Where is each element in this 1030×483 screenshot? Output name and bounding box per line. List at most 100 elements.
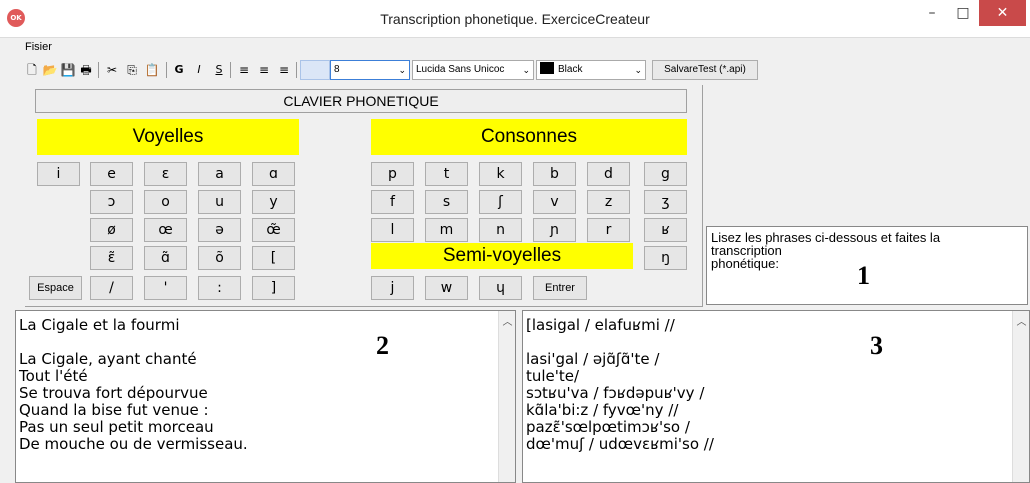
scroll-up-icon[interactable]: ︿ [1013, 313, 1029, 328]
consonant-key[interactable]: p [371, 162, 414, 186]
consonant-key[interactable]: f [371, 190, 414, 214]
consonant-key[interactable]: ʒ [644, 190, 687, 214]
close-button[interactable]: ✕ [979, 0, 1026, 26]
vowel-key[interactable]: u [198, 190, 241, 214]
vowel-key[interactable]: õ [198, 246, 241, 270]
cut-icon[interactable]: ✂ [104, 61, 120, 79]
transcription-text-area[interactable]: [lasigal / elafuʁmi // lasi'gal / əjɑ̃ʃɑ̃… [522, 310, 1030, 483]
vowel-key[interactable]: ɛ̃ [90, 246, 133, 270]
consonant-key[interactable]: z [587, 190, 630, 214]
vowel-key[interactable]: ' [144, 276, 187, 300]
consonant-key[interactable]: k [479, 162, 522, 186]
color-select[interactable]: Black ⌄ [536, 60, 646, 80]
consonant-key[interactable]: ɥ [479, 276, 522, 300]
save-test-button[interactable]: SalvareTest (*.api) [652, 60, 758, 80]
vowel-key[interactable]: ] [252, 276, 295, 300]
vowel-key[interactable]: y [252, 190, 295, 214]
phonetic-keyboard-panel: CLAVIER PHONETIQUE Voyelles Consonnes Se… [25, 85, 703, 307]
paste-icon[interactable]: 📋 [144, 61, 160, 79]
align-center-icon[interactable]: ≡ [256, 61, 272, 79]
vowels-label: Voyelles [37, 119, 299, 155]
vowel-key[interactable]: : [198, 276, 241, 300]
vowel-key[interactable]: ɔ [90, 190, 133, 214]
consonant-key[interactable]: ʃ [479, 190, 522, 214]
text-line: Quand la bise fut venue : [19, 401, 209, 419]
bold-icon[interactable]: G [172, 61, 186, 79]
save-icon[interactable]: 💾 [60, 61, 76, 79]
text-line: tule'te/ [526, 367, 580, 385]
vowel-key[interactable]: ə [198, 218, 241, 242]
maximize-button[interactable]: □ [948, 0, 978, 26]
menu-fisier[interactable]: Fisier [25, 41, 52, 53]
new-file-icon[interactable]: 🗋 [24, 61, 40, 79]
consonant-key[interactable]: g [644, 162, 687, 186]
text-line: Tout l'été [19, 367, 88, 385]
vowel-key[interactable]: i [37, 162, 80, 186]
consonant-key[interactable]: r [587, 218, 630, 242]
menu-bar: Fisier [0, 40, 1030, 56]
vowel-key[interactable]: Espace [29, 276, 82, 300]
color-name: Black [558, 64, 583, 75]
scroll-up-icon[interactable]: ︿ [499, 313, 515, 328]
consonant-key[interactable]: v [533, 190, 576, 214]
text-line: Pas un seul petit morceau [19, 418, 214, 436]
text-line [526, 334, 714, 351]
text-line: kɑ̃la'bi:z / fyvœ'ny // [526, 401, 679, 419]
consonant-key[interactable]: ɲ [533, 218, 576, 242]
consonant-key[interactable]: n [479, 218, 522, 242]
vowel-key[interactable]: e [90, 162, 133, 186]
consonant-key[interactable]: l [371, 218, 414, 242]
align-left-icon[interactable]: ≡ [236, 61, 252, 79]
vowel-key[interactable]: œ̃ [252, 218, 295, 242]
marker-1: 1 [857, 261, 870, 290]
consonant-key[interactable]: ŋ [644, 246, 687, 270]
instruction-box: Lisez les phrases ci-dessous et faites l… [706, 226, 1028, 305]
font-name-value: Lucida Sans Unicoc [416, 64, 505, 75]
consonant-key[interactable]: w [425, 276, 468, 300]
toolbar: 🗋 📂 💾 🖶 ✂ ⎘ 📋 G I S ≡ ≡ ≡ 8 ⌄ Lucida San… [0, 58, 1030, 82]
vowel-key[interactable]: ɛ [144, 162, 187, 186]
text-line: pazɛ̃'sœlpœtimɔʁ'so / [526, 418, 690, 436]
vowel-key[interactable]: ɑ [252, 162, 295, 186]
text-line: lasi'gal / əjɑ̃ʃɑ̃'te / [526, 350, 660, 368]
color-swatch [540, 62, 554, 74]
text-line: La Cigale, ayant chanté [19, 350, 197, 368]
consonant-key[interactable]: d [587, 162, 630, 186]
toolbar-separator [166, 62, 167, 78]
vowel-key[interactable]: o [144, 190, 187, 214]
font-name-select[interactable]: Lucida Sans Unicoc ⌄ [412, 60, 534, 80]
text-line: dœ'muʃ / udœvɛʁmi'so // [526, 435, 714, 453]
source-text-area[interactable]: La Cigale et la fourmi La Cigale, ayant c… [15, 310, 516, 483]
vowel-key[interactable]: œ [144, 218, 187, 242]
align-right-icon[interactable]: ≡ [276, 61, 292, 79]
vowel-key[interactable]: ø [90, 218, 133, 242]
font-size-select[interactable]: 8 ⌄ [330, 60, 410, 80]
vowel-key[interactable]: a [198, 162, 241, 186]
font-size-value: 8 [334, 64, 340, 75]
source-scrollbar[interactable]: ︿ [498, 311, 515, 482]
title-bar: OK Transcription phonetique. ExerciceCre… [0, 0, 1030, 38]
vowel-key[interactable]: / [90, 276, 133, 300]
open-folder-icon[interactable]: 📂 [42, 61, 58, 79]
text-line [19, 334, 248, 351]
underline-icon[interactable]: S [212, 61, 226, 79]
consonant-key[interactable]: m [425, 218, 468, 242]
chevron-down-icon: ⌄ [398, 65, 406, 75]
color-picker-blank[interactable] [300, 60, 330, 80]
consonant-key[interactable]: ʁ [644, 218, 687, 242]
consonant-key[interactable]: j [371, 276, 414, 300]
consonant-key[interactable]: t [425, 162, 468, 186]
toolbar-separator [98, 62, 99, 78]
consonant-key[interactable]: Entrer [533, 276, 587, 300]
italic-icon[interactable]: I [192, 61, 206, 79]
transcription-scrollbar[interactable]: ︿ [1012, 311, 1029, 482]
chevron-down-icon: ⌄ [522, 65, 530, 75]
minimize-button[interactable]: – [917, 0, 947, 26]
vowel-key[interactable]: [ [252, 246, 295, 270]
marker-2: 2 [376, 331, 389, 360]
consonant-key[interactable]: s [425, 190, 468, 214]
copy-icon[interactable]: ⎘ [124, 61, 140, 79]
consonant-key[interactable]: b [533, 162, 576, 186]
print-icon[interactable]: 🖶 [78, 61, 94, 79]
vowel-key[interactable]: ɑ̃ [144, 246, 187, 270]
